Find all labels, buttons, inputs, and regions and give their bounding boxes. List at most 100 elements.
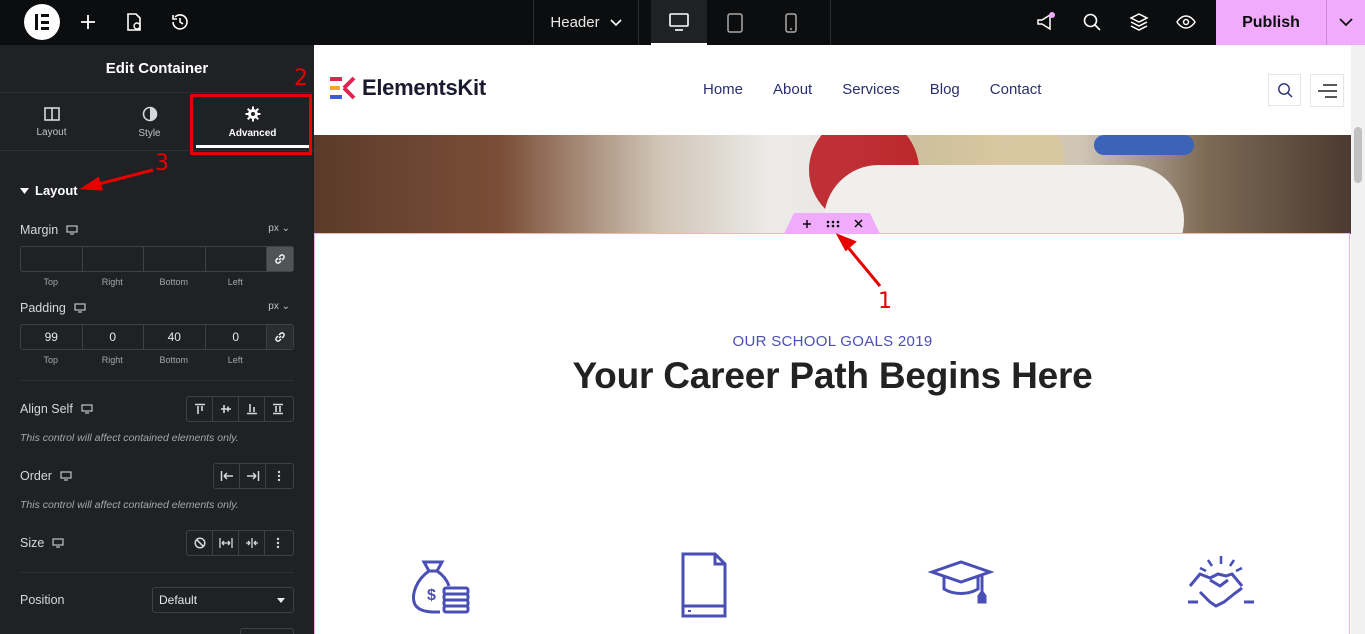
margin-control-label: Margin [20, 223, 78, 237]
handshake-icon [1188, 556, 1254, 608]
caret-down-icon [277, 598, 285, 603]
link-icon [275, 332, 285, 342]
margin-bottom-input[interactable] [144, 247, 206, 271]
order-first-button[interactable] [214, 464, 240, 488]
align-bottom-icon [246, 404, 257, 415]
padding-unit-select[interactable]: px ⌄ [268, 301, 290, 312]
more-vertical-icon [276, 537, 280, 549]
desktop-icon [669, 12, 689, 31]
align-self-control-label: Align Self [20, 402, 93, 416]
add-element-icon[interactable] [77, 11, 99, 33]
tablet-view-button[interactable] [707, 0, 763, 45]
desktop-icon [60, 471, 72, 481]
nav-blog[interactable]: Blog [930, 81, 960, 98]
nav-contact[interactable]: Contact [990, 81, 1042, 98]
position-select[interactable]: Default [152, 587, 294, 613]
size-shrink-button[interactable] [239, 531, 265, 555]
padding-bottom-input[interactable]: 40 [144, 325, 206, 349]
order-more-button[interactable] [266, 464, 292, 488]
tab-style[interactable]: Style [103, 93, 196, 151]
size-grow-button[interactable] [213, 531, 239, 555]
tablet-icon [727, 12, 743, 33]
size-none-button[interactable] [187, 531, 213, 555]
divider [20, 380, 294, 381]
annotation-number-2: 2 [294, 66, 308, 91]
nav-services[interactable]: Services [842, 81, 900, 98]
mobile-icon [785, 12, 797, 33]
order-label: Order [20, 469, 52, 483]
preview-canvas: ElementsKit Home About Services Blog Con… [314, 45, 1351, 634]
order-last-button[interactable] [240, 464, 266, 488]
layout-section-toggle[interactable]: Layout [20, 183, 78, 198]
align-top-icon [194, 403, 205, 414]
margin-top-input[interactable] [21, 247, 83, 271]
publish-options-button[interactable] [1326, 0, 1365, 45]
tab-layout[interactable]: Layout [0, 93, 103, 151]
desktop-view-button[interactable] [651, 0, 707, 45]
add-icon[interactable] [802, 219, 812, 229]
site-nav: Home About Services Blog Contact [703, 81, 1041, 98]
announcements-icon[interactable] [1034, 11, 1056, 33]
preview-eye-icon[interactable] [1175, 11, 1197, 33]
padding-top-input[interactable]: 99 [21, 325, 83, 349]
tab-style-label: Style [138, 127, 161, 139]
next-control-partial [240, 628, 294, 634]
publish-button[interactable]: Publish [1216, 0, 1326, 45]
brand-logo[interactable]: ElementsKit [330, 75, 486, 101]
side-label: Bottom [159, 277, 188, 287]
size-label: Size [20, 536, 45, 550]
document-title-dropdown[interactable]: Header [534, 0, 638, 45]
align-start-button[interactable] [187, 397, 213, 421]
align-self-buttons [186, 396, 294, 422]
search-icon [1277, 83, 1292, 98]
chevron-down-icon [610, 18, 622, 26]
annotation-number-1: 1 [878, 289, 892, 314]
editor-topbar: Header Publish [0, 0, 1365, 45]
align-stretch-button[interactable] [265, 397, 291, 421]
desktop-icon [74, 303, 86, 313]
nav-home[interactable]: Home [703, 81, 743, 98]
site-header: ElementsKit Home About Services Blog Con… [314, 45, 1351, 135]
mobile-view-button[interactable] [763, 0, 819, 45]
side-label: Bottom [159, 355, 188, 365]
size-control-label: Size [20, 536, 64, 550]
padding-control-label: Padding [20, 301, 86, 315]
padding-side-labels: Top Right Bottom Left [20, 355, 266, 365]
margin-label: Margin [20, 223, 59, 237]
close-icon[interactable] [853, 219, 863, 228]
side-label: Right [101, 277, 123, 287]
svg-text:$: $ [427, 587, 436, 604]
padding-inputs: 99 0 40 0 [20, 324, 294, 350]
align-self-note: This control will affect contained eleme… [20, 432, 239, 444]
align-end-button[interactable] [239, 397, 265, 421]
chevron-down-icon [1339, 18, 1353, 27]
canvas-scrollbar[interactable] [1351, 45, 1365, 634]
site-menu-button[interactable] [1310, 74, 1344, 107]
desktop-icon [81, 404, 93, 414]
desktop-icon [52, 538, 64, 548]
nav-about[interactable]: About [773, 81, 812, 98]
margin-link-button[interactable] [267, 247, 293, 271]
link-icon [275, 254, 285, 264]
margin-right-input[interactable] [83, 247, 144, 271]
align-center-button[interactable] [213, 397, 239, 421]
padding-left-input[interactable]: 0 [206, 325, 267, 349]
padding-link-button[interactable] [267, 325, 293, 349]
money-bag-icon: $ [412, 560, 470, 614]
size-more-button[interactable] [265, 531, 291, 555]
order-end-icon [246, 471, 259, 481]
order-control-label: Order [20, 469, 72, 483]
site-search-button[interactable] [1268, 74, 1301, 106]
padding-right-input[interactable]: 0 [83, 325, 144, 349]
margin-unit-select[interactable]: px ⌄ [268, 223, 290, 234]
drag-handle-icon[interactable] [826, 220, 840, 228]
page-settings-icon[interactable] [123, 11, 145, 33]
scrollbar-thumb[interactable] [1354, 127, 1362, 183]
margin-left-input[interactable] [206, 247, 267, 271]
layers-icon[interactable] [1128, 11, 1150, 33]
desktop-icon [66, 225, 78, 235]
container-handle[interactable] [784, 213, 880, 234]
history-icon[interactable] [169, 11, 191, 33]
search-icon[interactable] [1081, 11, 1103, 33]
elementor-logo-icon[interactable] [24, 4, 60, 40]
